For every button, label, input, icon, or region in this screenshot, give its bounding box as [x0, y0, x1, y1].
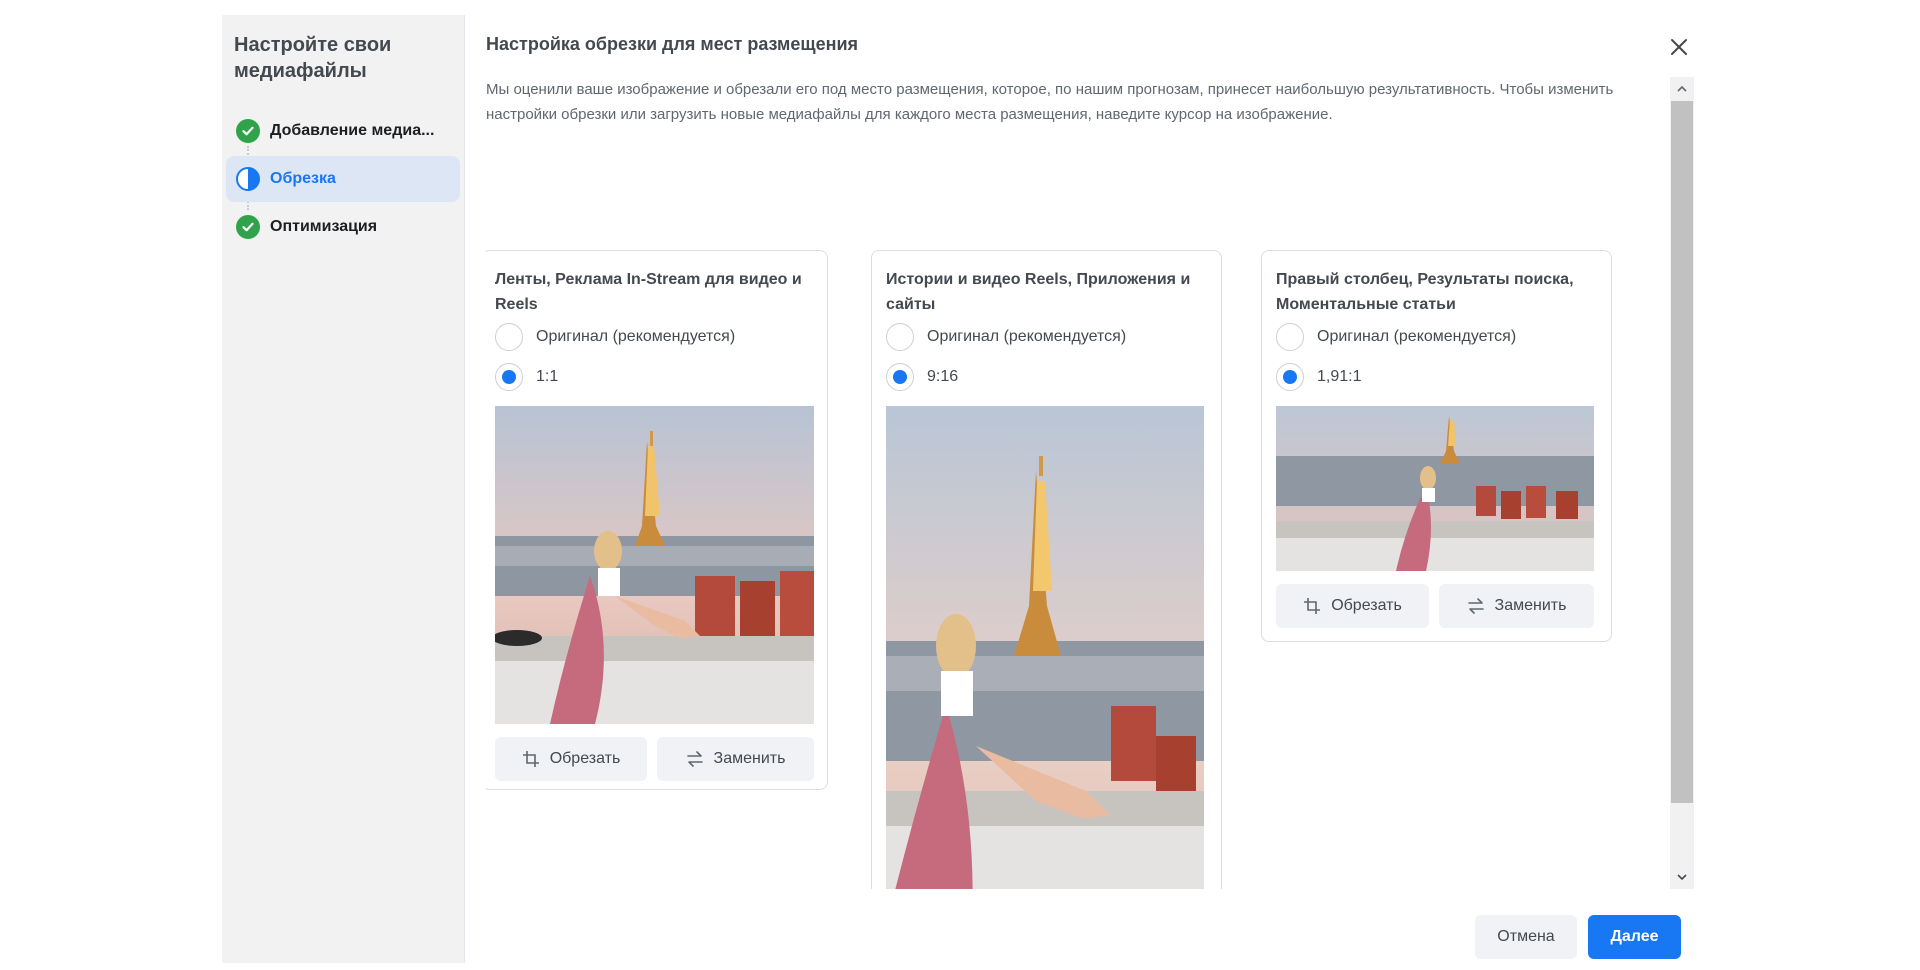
replace-button[interactable]: Заменить [657, 737, 814, 781]
step-label: Добавление медиа... [270, 122, 435, 139]
crop-button-label: Обрезать [549, 750, 621, 767]
radio-label: Оригинал (рекомендуется) [1317, 328, 1517, 345]
scroll-down-button[interactable] [1670, 865, 1694, 889]
description: Мы оценили ваше изображение и обрезали е… [486, 81, 1614, 123]
crop-button[interactable]: Обрезать [1276, 584, 1429, 628]
close-button[interactable] [1663, 31, 1695, 63]
scroll-content: Мы оценили ваше изображение и обрезали е… [486, 77, 1692, 889]
crop-button[interactable]: Обрезать [495, 737, 647, 781]
paris-rooftop-photo [495, 406, 814, 724]
radio-button[interactable] [1276, 363, 1304, 391]
radio-selected-dot [502, 370, 516, 384]
card-actions: Обрезать Заменить [495, 737, 814, 781]
radio-button[interactable] [886, 363, 914, 391]
radio-button[interactable] [1276, 323, 1304, 351]
radio-label: 1:1 [536, 368, 559, 385]
radio-ratio[interactable]: 1:1 [495, 361, 558, 393]
main-panel: Настройка обрезки для мест размещения Мы… [466, 15, 1705, 963]
preview-image[interactable] [1276, 406, 1594, 571]
cancel-button[interactable]: Отмена [1475, 915, 1577, 959]
preview-image[interactable] [495, 406, 814, 724]
crop-icon [522, 751, 539, 767]
radio-label: 9:16 [927, 368, 959, 385]
radio-original[interactable]: Оригинал (рекомендуется) [886, 321, 1126, 353]
placement-card-right-column: Правый столбец, Результаты поиска, Момен… [1261, 250, 1612, 642]
replace-button[interactable]: Заменить [1439, 584, 1594, 628]
step-label: Обрезка [270, 170, 336, 187]
check-icon [236, 119, 260, 143]
step-optimization[interactable]: Оптимизация [226, 204, 460, 250]
placement-card-stories: Истории и видео Reels, Приложения и сайт… [871, 250, 1222, 889]
close-icon [1671, 39, 1687, 55]
step-add-media[interactable]: Добавление медиа... [226, 108, 460, 154]
radio-label: 1,91:1 [1317, 368, 1362, 385]
half-circle-icon [236, 167, 260, 191]
crop-icon [1304, 598, 1321, 614]
scrollbar[interactable] [1670, 77, 1694, 889]
radio-ratio[interactable]: 1,91:1 [1276, 361, 1361, 393]
paris-rooftop-photo [1276, 406, 1594, 571]
swap-icon [1467, 598, 1484, 614]
radio-label: Оригинал (рекомендуется) [927, 328, 1127, 345]
radio-selected-dot [1283, 370, 1297, 384]
preview-image[interactable] [886, 406, 1204, 889]
swap-icon [686, 751, 703, 767]
paris-rooftop-photo [886, 406, 1204, 889]
radio-ratio[interactable]: 9:16 [886, 361, 958, 393]
radio-label: Оригинал (рекомендуется) [536, 328, 736, 345]
placement-card-feeds: Ленты, Реклама In-Stream для видео и Ree… [486, 250, 828, 790]
step-crop[interactable]: Обрезка [226, 156, 460, 202]
scroll-thumb[interactable] [1671, 101, 1693, 803]
check-icon [236, 215, 260, 239]
scroll-up-button[interactable] [1670, 77, 1694, 101]
chevron-up-icon [1677, 85, 1687, 92]
radio-selected-dot [893, 370, 907, 384]
sidebar-title: Настройте свои медиафайлы [234, 34, 392, 82]
crop-button-label: Обрезать [1331, 597, 1402, 614]
card-title: Истории и видео Reels, Приложения и сайт… [886, 271, 1191, 313]
steps-list: Добавление медиа... Обрезка Оптимизация [226, 108, 460, 252]
card-title: Правый столбец, Результаты поиска, Момен… [1276, 271, 1574, 313]
card-actions: Обрезать Заменить [1276, 584, 1594, 628]
page-title: Настройка обрезки для мест размещения [486, 34, 859, 54]
radio-original[interactable]: Оригинал (рекомендуется) [1276, 321, 1516, 353]
radio-button[interactable] [495, 363, 523, 391]
radio-button[interactable] [886, 323, 914, 351]
radio-original[interactable]: Оригинал (рекомендуется) [495, 321, 735, 353]
radio-button[interactable] [495, 323, 523, 351]
replace-button-label: Заменить [713, 750, 786, 767]
media-setup-dialog: Настройте свои медиафайлы Добавление мед… [222, 15, 1705, 963]
card-title: Ленты, Реклама In-Stream для видео и Ree… [495, 271, 802, 313]
chevron-down-icon [1677, 874, 1687, 881]
sidebar: Настройте свои медиафайлы Добавление мед… [222, 15, 465, 963]
step-label: Оптимизация [270, 218, 378, 235]
replace-button-label: Заменить [1494, 597, 1567, 614]
next-button[interactable]: Далее [1588, 915, 1681, 959]
